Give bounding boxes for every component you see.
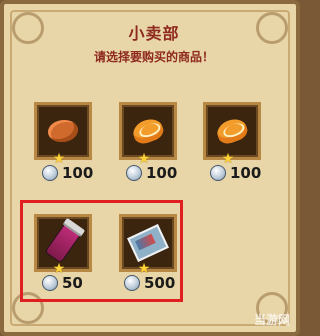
price-text: 100 <box>146 164 178 182</box>
price-display: 100 <box>42 164 93 182</box>
price-display: 500 <box>124 274 175 292</box>
shop-subtitle: 请选择要购买的商品！ <box>93 50 214 64</box>
price-text: 100 <box>62 164 94 182</box>
price-text: 50 <box>62 274 83 292</box>
price-display: 100 <box>126 164 177 182</box>
coin-icon <box>42 275 58 291</box>
coin-icon <box>42 165 58 181</box>
nut-icon <box>48 120 78 142</box>
coin-icon <box>210 165 226 181</box>
lighter-icon <box>45 223 81 263</box>
card-icon <box>127 224 169 262</box>
coin-icon <box>126 165 142 181</box>
watermark: 当游网 <box>253 313 290 327</box>
price-text: 500 <box>144 274 176 292</box>
shop-panel: 小卖部 请选择要购买的商品！ ★ 100 ★ 100 ★ 100 ★ 50 ★ … <box>0 0 300 336</box>
shop-title: 小卖部 <box>128 24 180 43</box>
coin-icon <box>124 275 140 291</box>
price-text: 100 <box>230 164 262 182</box>
price-display: 50 <box>42 274 83 292</box>
price-display: 100 <box>210 164 261 182</box>
orange-slice-icon <box>214 115 250 147</box>
orange-slice-icon <box>130 115 166 147</box>
